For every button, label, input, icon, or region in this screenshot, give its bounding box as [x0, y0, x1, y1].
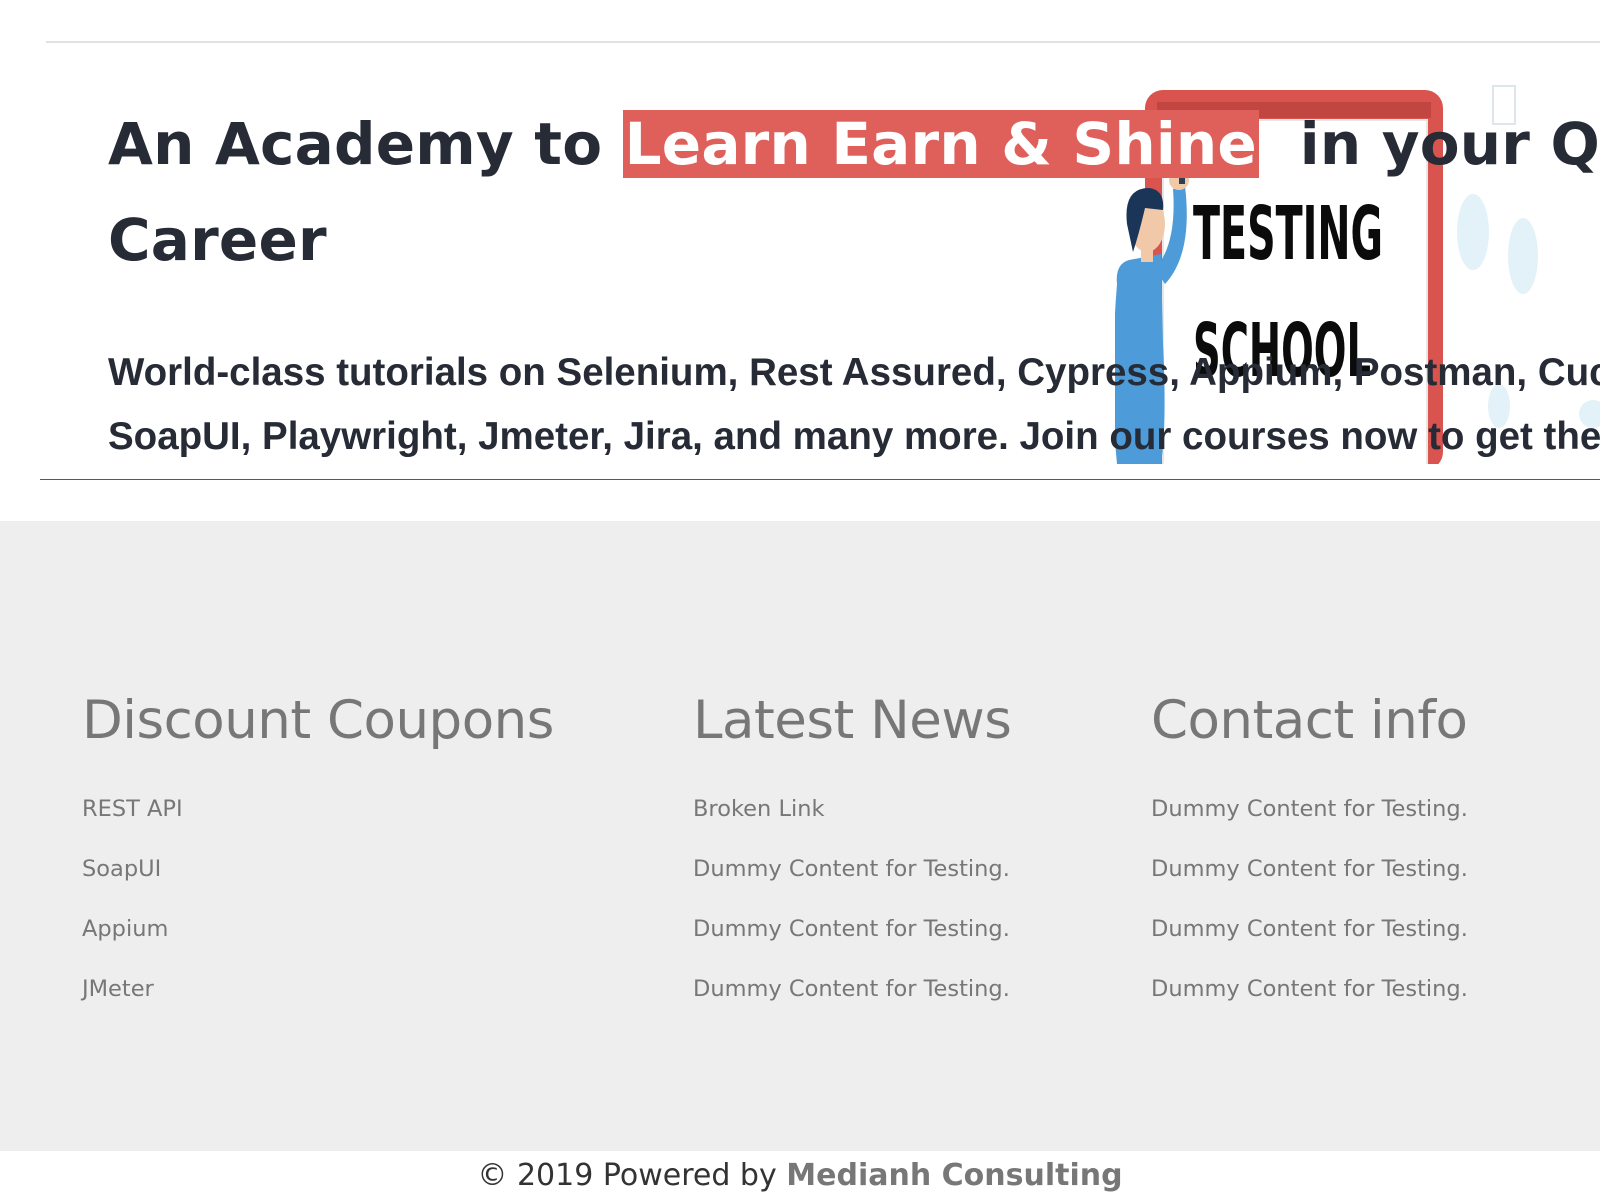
news-link[interactable]: Dummy Content for Testing.	[693, 959, 1011, 1019]
contact-item[interactable]: Dummy Content for Testing.	[1151, 959, 1468, 1019]
hero-subtext-line1: World-class tutorials on Selenium, Rest …	[108, 351, 1600, 394]
coupon-link[interactable]: JMeter	[82, 959, 554, 1019]
contact-item[interactable]: Dummy Content for Testing.	[1151, 779, 1468, 839]
contact-info-list: Dummy Content for Testing. Dummy Content…	[1151, 779, 1468, 1019]
headline-text-start: An Academy to	[108, 110, 623, 178]
latest-news-title: Latest News	[693, 690, 1012, 751]
copyright-text: © 2019 Powered by	[477, 1158, 787, 1193]
headline-highlight: Learn Earn & Shine	[622, 110, 1259, 178]
discount-coupons-title: Discount Coupons	[82, 690, 554, 751]
contact-item[interactable]: Dummy Content for Testing.	[1151, 839, 1468, 899]
headline-line2: Career	[108, 206, 327, 274]
contact-info-title: Contact info	[1151, 690, 1468, 751]
news-link[interactable]: Dummy Content for Testing.	[693, 899, 1011, 959]
hero-subtext: World-class tutorials on Selenium, Rest …	[108, 341, 1600, 469]
hero-section: TESTING SCHOOL An Academy to Learn Earn …	[0, 0, 1600, 520]
coupon-link[interactable]: Appium	[82, 899, 554, 959]
news-link[interactable]: Dummy Content for Testing.	[693, 839, 1011, 899]
copyright-company-link[interactable]: Medianh Consulting	[786, 1158, 1122, 1193]
contact-info-column: Contact info Dummy Content for Testing. …	[1151, 691, 1468, 1019]
copyright-bar: © 2019 Powered by Medianh Consulting	[0, 1151, 1600, 1200]
latest-news-list: Broken Link Dummy Content for Testing. D…	[693, 779, 1011, 1019]
coupon-link[interactable]: REST API	[82, 779, 554, 839]
coupon-link[interactable]: SoapUI	[82, 839, 554, 899]
latest-news-column: Latest News Broken Link Dummy Content fo…	[693, 690, 1012, 1019]
hero-headline: An Academy to Learn Earn & Shine in your…	[108, 96, 1600, 288]
contact-item[interactable]: Dummy Content for Testing.	[1151, 899, 1468, 959]
discount-coupons-column: Discount Coupons REST API SoapUI Appium …	[82, 691, 554, 1019]
footer-section: Discount Coupons REST API SoapUI Appium …	[0, 521, 1600, 1151]
hero-divider	[40, 479, 1600, 480]
hero-subtext-line2: SoapUI, Playwright, Jmeter, Jira, and ma…	[108, 415, 1600, 458]
discount-coupons-list: REST API SoapUI Appium JMeter	[82, 779, 554, 1019]
news-link[interactable]: Broken Link	[693, 779, 1011, 839]
headline-text-end: in your QA	[1299, 110, 1600, 178]
